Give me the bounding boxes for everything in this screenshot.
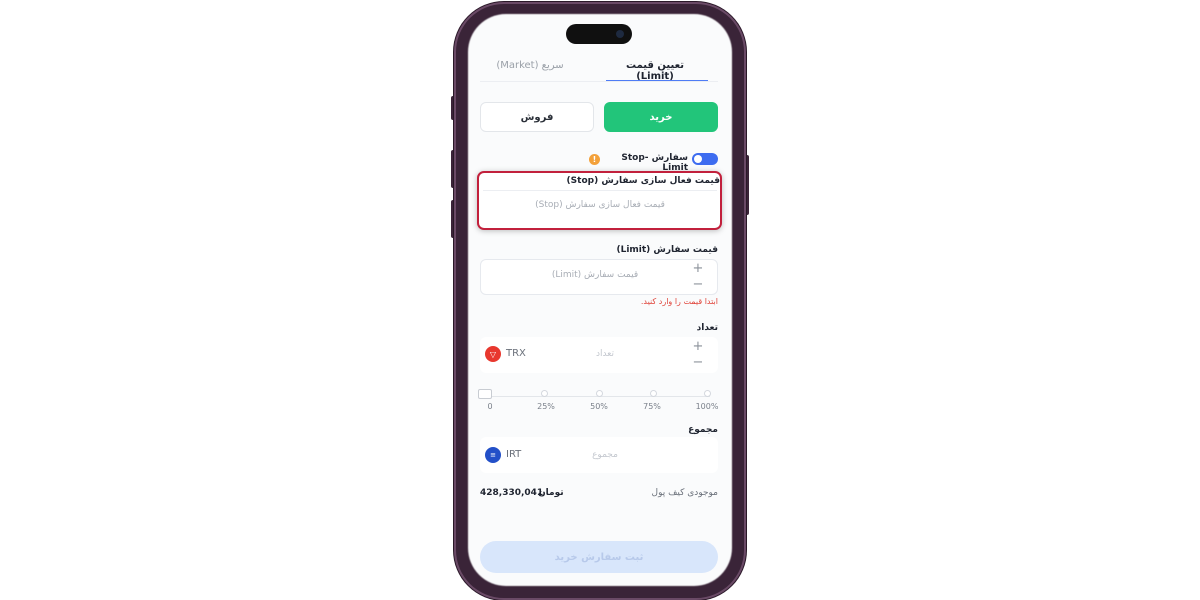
amount-slider-handle[interactable]: [478, 389, 492, 399]
increment-icon[interactable]: +: [692, 340, 704, 353]
stop-limit-label: سفارش Stop-Limit: [621, 153, 688, 173]
slider-tick-100: 100%: [695, 402, 719, 411]
slider-stop-25[interactable]: [541, 390, 548, 397]
total-input[interactable]: مجموع: [575, 450, 635, 460]
trx-coin-icon: ▽: [485, 346, 501, 362]
decrement-icon[interactable]: −: [692, 356, 704, 369]
balance-label: موجودی کیف پول: [651, 488, 718, 498]
tab-market[interactable]: سریع (Market): [490, 60, 570, 71]
irt-coin-icon: ≡: [485, 447, 501, 463]
limit-price-error: ابتدا قیمت را وارد کنید.: [640, 297, 718, 306]
sell-button[interactable]: فروش: [480, 102, 594, 132]
tab-limit[interactable]: تعیین قیمت (Limit): [606, 60, 704, 82]
slider-stop-50[interactable]: [596, 390, 603, 397]
tab-divider: [480, 81, 718, 82]
slider-tick-75: 75%: [643, 402, 661, 411]
stop-price-label: قیمت فعال سازی سفارش (Stop): [566, 176, 720, 186]
dynamic-island: [566, 24, 632, 44]
info-icon[interactable]: !: [589, 154, 600, 165]
slider-stop-75[interactable]: [650, 390, 657, 397]
increment-icon[interactable]: +: [692, 262, 704, 275]
submit-buy-order-button[interactable]: ثبت سفارش خرید: [480, 541, 718, 573]
total-label: مجموع: [688, 425, 718, 435]
balance-value: 428,330,041: [480, 488, 544, 498]
balance-unit: تومان: [538, 488, 564, 498]
stop-price-divider: [483, 190, 717, 191]
limit-price-input[interactable]: قیمت سفارش (Limit): [520, 270, 670, 280]
total-coin-code: IRT: [506, 449, 522, 460]
buy-button[interactable]: خرید: [604, 102, 718, 132]
limit-price-label: قیمت سفارش (Limit): [616, 245, 718, 255]
decrement-icon[interactable]: −: [692, 278, 704, 291]
stop-limit-toggle[interactable]: [692, 153, 718, 165]
quantity-coin-code: TRX: [506, 348, 526, 359]
slider-stop-100[interactable]: [704, 390, 711, 397]
slider-tick-0: 0: [487, 402, 493, 411]
quantity-label: تعداد: [696, 323, 718, 333]
camera-icon: [616, 30, 624, 38]
slider-tick-25: 25%: [537, 402, 555, 411]
quantity-input[interactable]: تعداد: [575, 349, 635, 359]
toggle-knob: [694, 155, 702, 163]
slider-tick-50: 50%: [590, 402, 608, 411]
stop-price-input[interactable]: (Stop) قیمت فعال سازی سفارش: [500, 200, 700, 210]
